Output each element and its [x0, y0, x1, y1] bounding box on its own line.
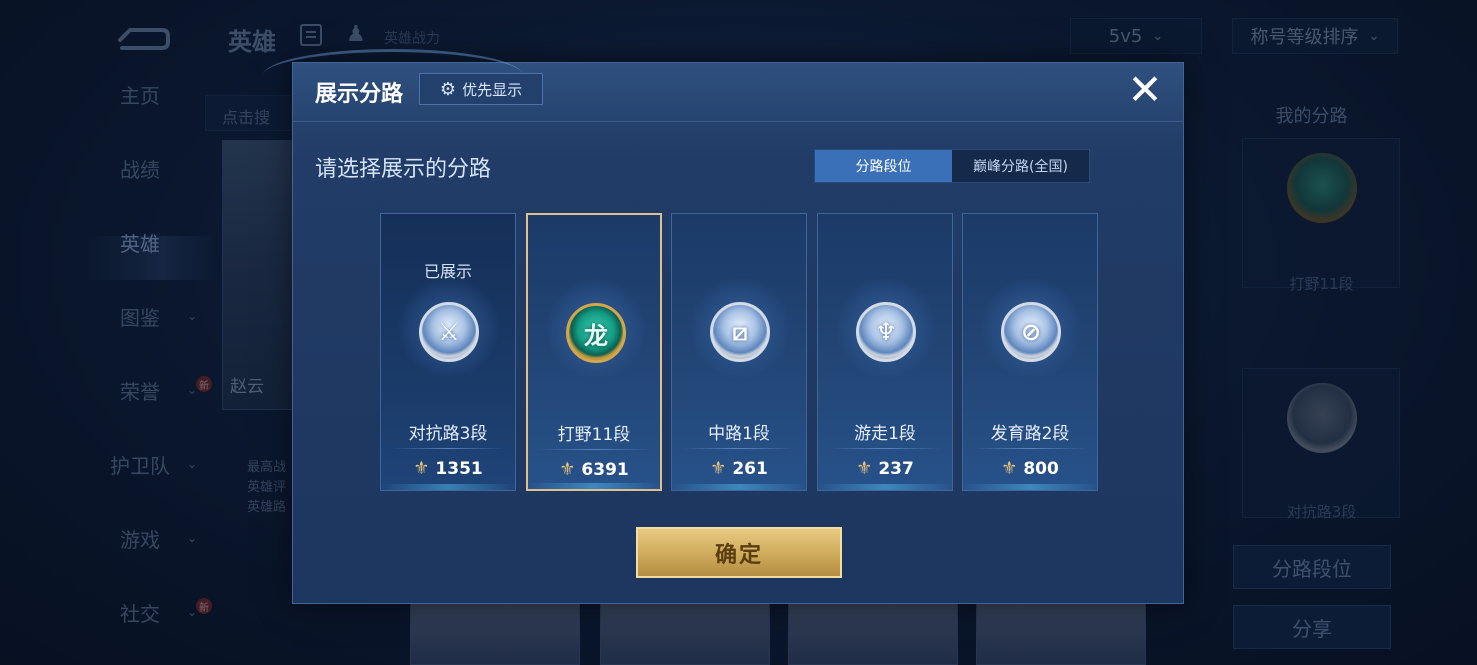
lane-score-value: 6391	[581, 459, 629, 480]
lane-card[interactable]: 龙打野11段 ⚜ 6391	[526, 213, 662, 491]
emblem-glyph: ⊘	[1020, 318, 1042, 346]
lane-score: ⚜ 1351	[381, 458, 515, 479]
emblem-glyph: ⚔	[438, 318, 460, 346]
lane-points-icon: ⚜	[710, 458, 727, 479]
emblem-glyph: ⧄	[732, 318, 748, 346]
card-bottom-glow	[381, 484, 515, 490]
lane-points-icon: ⚜	[413, 458, 430, 479]
dialog-title: 展示分路	[315, 82, 404, 107]
lane-score-value: 237	[878, 458, 914, 479]
confirm-button[interactable]: 确定	[636, 527, 842, 578]
lane-card[interactable]: ♆ 游走1段 ⚜ 237	[817, 213, 953, 491]
lane-card[interactable]: 已展示 ⚔ 对抗路3段 ⚜ 1351	[380, 213, 516, 491]
card-bottom-glow	[672, 484, 806, 490]
priority-display-label: 优先显示	[462, 80, 523, 99]
lane-score: ⚜ 261	[672, 458, 806, 479]
emblem-glyph: 龙	[584, 321, 608, 350]
card-bottom-glow	[528, 483, 660, 489]
dialog-header: 展示分路 ⚙ 优先显示 ✕	[263, 49, 1183, 122]
emblem-glyph: ♆	[875, 318, 897, 346]
mid-lane-emblem-icon: ⧄	[710, 302, 770, 362]
lane-tabs: 分路段位 巅峰分路(全国)	[814, 149, 1090, 183]
lane-name: 游走1段	[854, 424, 916, 444]
divider	[828, 448, 942, 449]
card-bottom-glow	[963, 484, 1097, 490]
display-lane-dialog: 展示分路 ⚙ 优先显示 ✕ 请选择展示的分路 分路段位 巅峰分路(全国) 已展示…	[263, 49, 1184, 604]
lane-score: ⚜ 237	[818, 458, 952, 479]
lane-card[interactable]: ⊘ 发育路2段 ⚜ 800	[962, 213, 1098, 491]
lane-score-value: 1351	[435, 458, 483, 479]
close-button[interactable]: ✕	[1125, 69, 1165, 111]
farm-lane-emblem-icon: ⊘	[1001, 302, 1061, 362]
lane-score: ⚜ 6391	[528, 459, 660, 480]
lane-name: 对抗路3段	[408, 424, 488, 444]
lane-score-value: 800	[1023, 458, 1059, 479]
lane-name: 中路1段	[708, 424, 770, 444]
roam-lane-emblem-icon: ♆	[856, 302, 916, 362]
lane-score: ⚜ 800	[963, 458, 1097, 479]
lane-score-value: 261	[732, 458, 768, 479]
tab-lane-rank[interactable]: 分路段位	[815, 150, 952, 182]
priority-display-button[interactable]: ⚙ 优先显示	[419, 73, 543, 105]
dialog-subtitle: 请选择展示的分路	[315, 157, 492, 182]
divider	[682, 448, 796, 449]
lane-points-icon: ⚜	[1001, 458, 1018, 479]
lane-points-icon: ⚜	[559, 459, 576, 480]
tab-peak-lane[interactable]: 巅峰分路(全国)	[952, 150, 1089, 182]
gear-icon: ⚙	[439, 78, 457, 100]
lane-card[interactable]: ⧄ 中路1段 ⚜ 261	[671, 213, 807, 491]
lane-points-icon: ⚜	[856, 458, 873, 479]
jungle-dragon-emblem-icon: 龙	[566, 303, 626, 363]
divider	[973, 448, 1087, 449]
lane-name: 打野11段	[557, 425, 631, 445]
card-bottom-glow	[818, 484, 952, 490]
clash-lane-emblem-icon: ⚔	[419, 302, 479, 362]
lane-name: 发育路2段	[990, 424, 1070, 444]
divider	[391, 448, 505, 449]
divider	[538, 449, 650, 450]
